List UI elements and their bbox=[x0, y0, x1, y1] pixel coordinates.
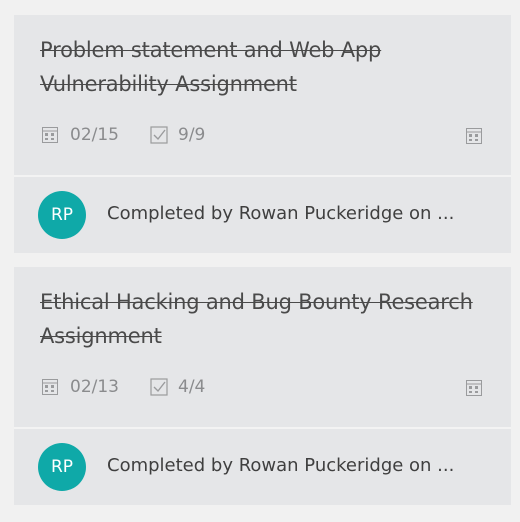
card-footer: RP Completed by Rowan Puckeridge on ... bbox=[14, 177, 511, 253]
checklist-progress: 9/9 bbox=[119, 125, 205, 145]
completed-by-text: Completed by Rowan Puckeridge on ... bbox=[107, 455, 455, 476]
card-body: Problem statement and Web App Vulnerabil… bbox=[14, 15, 511, 175]
due-date: 02/13 bbox=[40, 377, 119, 397]
task-title[interactable]: Problem statement and Web App Vulnerabil… bbox=[40, 33, 495, 101]
card-body: Ethical Hacking and Bug Bounty Research … bbox=[14, 267, 511, 427]
task-card[interactable]: Problem statement and Web App Vulnerabil… bbox=[14, 15, 511, 253]
task-meta: 02/15 9/9 bbox=[40, 124, 205, 146]
task-meta: 02/13 4/4 bbox=[40, 376, 205, 398]
checkbox-icon bbox=[150, 378, 168, 396]
completed-by-text: Completed by Rowan Puckeridge on ... bbox=[107, 203, 455, 224]
card-footer: RP Completed by Rowan Puckeridge on ... bbox=[14, 429, 511, 505]
checklist-count: 9/9 bbox=[178, 125, 206, 145]
checklist-progress: 4/4 bbox=[119, 377, 205, 397]
task-card[interactable]: Ethical Hacking and Bug Bounty Research … bbox=[14, 267, 511, 505]
checklist-count: 4/4 bbox=[178, 377, 206, 397]
calendar-icon bbox=[42, 127, 58, 143]
due-date: 02/15 bbox=[40, 125, 119, 145]
calendar-icon bbox=[466, 128, 482, 144]
due-date-text: 02/13 bbox=[70, 377, 119, 397]
due-date-text: 02/15 bbox=[70, 125, 119, 145]
checkbox-icon bbox=[150, 126, 168, 144]
avatar[interactable]: RP bbox=[38, 191, 86, 239]
avatar[interactable]: RP bbox=[38, 443, 86, 491]
task-title[interactable]: Ethical Hacking and Bug Bounty Research … bbox=[40, 285, 495, 353]
calendar-icon bbox=[466, 380, 482, 396]
calendar-icon bbox=[42, 379, 58, 395]
